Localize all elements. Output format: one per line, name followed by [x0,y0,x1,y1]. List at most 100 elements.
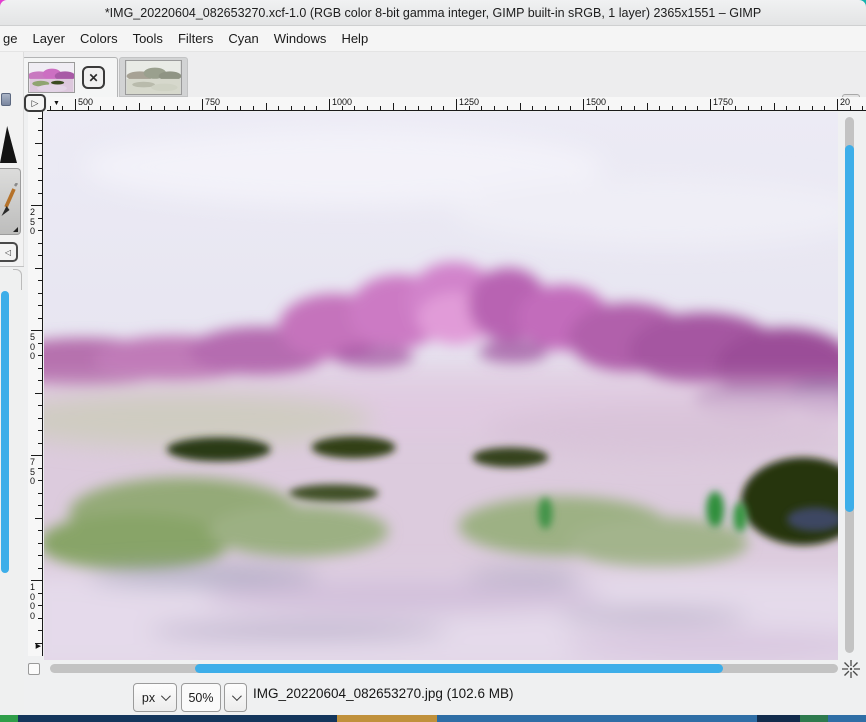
menu-bar: ge Layer Colors Tools Filters Cyan Windo… [0,26,866,52]
dock-scrollbar[interactable] [1,291,9,573]
zoom-input[interactable]: 50% [181,683,221,712]
ruler-label: 500 [78,97,94,107]
ruler-tick [506,106,508,110]
ruler-tick [722,106,724,110]
ruler-tick [202,99,203,110]
green-landscape-thumbnail [125,59,182,95]
ruler-label: 750 [30,457,36,486]
tool-menu-corner-icon [13,227,18,232]
menu-help[interactable]: Help [340,28,369,49]
paintbrush-tool-button[interactable] [0,168,21,235]
menu-colors[interactable]: Colors [79,28,119,49]
ruler-tick [113,106,115,110]
ruler-tick [379,106,381,110]
ruler-tick [798,106,800,110]
ruler-tick [38,192,42,194]
ruler-tick [252,106,254,110]
ruler-tick [38,430,42,431]
desktop-taskbar-edge [0,715,866,722]
zoom-dropdown-button[interactable] [224,683,247,712]
ruler-label: 750 [205,97,221,107]
ruler-tick [38,405,42,406]
ruler-tick [862,106,864,110]
ruler-tick [430,106,432,110]
ruler-tick [38,367,42,369]
vertical-scrollbar-thumb[interactable] [845,145,854,512]
ruler-tick [38,180,42,181]
ruler-tick [583,99,584,110]
ruler-tick [38,605,42,606]
ruler-tick [38,280,42,281]
ruler-tick [570,106,572,110]
ruler-tick [38,167,42,169]
menu-windows[interactable]: Windows [273,28,328,49]
title-bar[interactable]: *IMG_20220604_082653270.xcf-1.0 (RGB col… [0,0,866,26]
tab-image-inactive[interactable] [119,57,188,97]
tool-icon-fragment[interactable] [1,93,11,106]
horizontal-scrollbar-thumb[interactable] [195,664,723,673]
collapse-left-icon[interactable]: ◁ [0,242,18,262]
tool-triangle-icon[interactable] [0,126,17,163]
ruler-tick [163,106,165,110]
menu-tools[interactable]: Tools [132,28,164,49]
ruler-tick [417,106,419,110]
menu-filters[interactable]: Filters [177,28,214,49]
toolbox-dock-sliver: ◁ [0,52,24,716]
ruler-tick [303,106,305,110]
ruler-tick [392,103,394,110]
ruler-tick [786,106,788,110]
quick-mask-toggle[interactable] [28,663,40,675]
ruler-tick [214,106,216,110]
tab-image-active[interactable]: ✕ [22,57,118,97]
image-tab-bar: ✕ [0,52,866,97]
ruler-tick [341,106,343,110]
horizontal-ruler[interactable]: ▼ 500 750 1000 1250 1500 1750 20 [47,97,866,111]
ruler-tick [38,555,42,556]
tool-options-panel [0,266,24,716]
ruler-tick [557,106,559,110]
unit-value: px [141,690,156,705]
close-icon[interactable]: ✕ [82,66,105,89]
ruler-tick [367,106,369,110]
canvas-image[interactable] [44,112,838,660]
ruler-tick [35,517,42,519]
vertical-scrollbar[interactable] [845,117,854,653]
ruler-tick [329,99,330,110]
ruler-tick [265,103,267,110]
horizontal-scrollbar[interactable] [50,664,838,673]
vertical-ruler[interactable]: ▶ 2505007501000 [28,111,43,656]
ruler-tick [38,480,42,481]
ruler-tick [684,106,686,110]
ruler-marker-down-icon: ▼ [53,100,60,107]
ruler-tick [760,106,762,110]
ruler-tick [456,99,457,110]
ruler-tick [38,542,42,544]
ruler-tick [38,342,42,344]
ruler-tick [405,106,407,110]
ruler-tick [354,106,356,110]
ruler-tick [189,106,191,110]
unit-dropdown[interactable]: px [133,683,177,712]
image-menu-button[interactable]: ▷ [24,94,46,112]
ruler-tick [38,417,42,419]
ruler-tick [31,330,42,331]
chevron-down-icon [231,691,242,702]
ruler-tick [278,106,280,110]
ruler-tick [38,492,42,494]
ruler-tick [481,106,483,110]
menu-layer[interactable]: Layer [31,28,66,49]
gimp-window: *IMG_20220604_082653270.xcf-1.0 (RGB col… [0,0,866,722]
ruler-tick [824,106,826,110]
ruler-tick [35,392,42,394]
menu-image[interactable]: ge [2,28,18,49]
status-bar: px 50% IMG_20220604_082653270.jpg (102.6… [0,676,866,716]
ruler-tick [849,106,851,110]
ruler-tick [38,317,42,319]
status-message: IMG_20220604_082653270.jpg (102.6 MB) [253,686,514,701]
ruler-label: 250 [30,207,36,236]
ruler-tick [38,242,42,244]
ruler-tick [735,106,737,110]
ruler-tick [38,292,42,294]
paintbrush-icon [1,183,19,216]
menu-cyan[interactable]: Cyan [227,28,259,49]
